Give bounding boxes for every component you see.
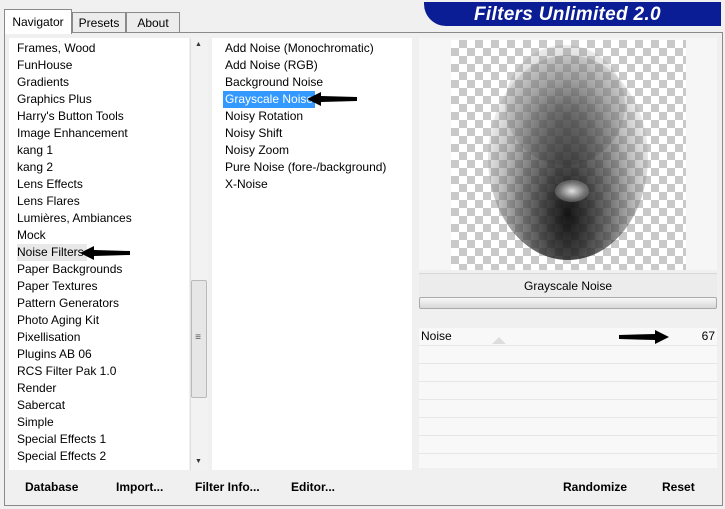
- progress-bar: [419, 297, 717, 309]
- app-title: Filters Unlimited 2.0: [474, 4, 661, 25]
- param-row: [419, 400, 717, 418]
- category-item[interactable]: Graphics Plus: [17, 91, 92, 108]
- param-name: Noise: [421, 329, 452, 343]
- category-item[interactable]: kang 2: [17, 159, 53, 176]
- tab-presets[interactable]: Presets: [72, 12, 126, 33]
- reset-button[interactable]: Reset: [662, 478, 695, 496]
- filter-item[interactable]: Add Noise (RGB): [225, 57, 318, 74]
- preview-highlight: [555, 180, 589, 202]
- param-row: [419, 346, 717, 364]
- category-item[interactable]: Lumières, Ambiances: [17, 210, 132, 227]
- preview-noise-body: [488, 55, 648, 260]
- param-row[interactable]: Noise 67: [419, 328, 717, 346]
- category-item[interactable]: Simple: [17, 414, 54, 431]
- arrow-right-icon: [619, 330, 669, 344]
- filter-item[interactable]: X-Noise: [225, 176, 268, 193]
- tab-about[interactable]: About: [126, 12, 180, 33]
- category-item[interactable]: Sabercat: [17, 397, 65, 414]
- category-item[interactable]: kang 1: [17, 142, 53, 159]
- param-row: [419, 436, 717, 454]
- slider-caret-icon[interactable]: [492, 337, 506, 344]
- category-item[interactable]: Lens Flares: [17, 193, 80, 210]
- scroll-up-icon[interactable]: ▲: [190, 38, 207, 52]
- filter-info-button[interactable]: Filter Info...: [195, 478, 260, 496]
- category-item[interactable]: Render: [17, 380, 56, 397]
- category-item[interactable]: Mock: [17, 227, 46, 244]
- database-button[interactable]: Database: [25, 478, 78, 496]
- filter-name-label: Grayscale Noise: [419, 273, 717, 298]
- category-item[interactable]: RCS Filter Pak 1.0: [17, 363, 116, 380]
- category-item[interactable]: Special Effects 2: [17, 448, 106, 465]
- randomize-button[interactable]: Randomize: [563, 478, 627, 496]
- editor-button[interactable]: Editor...: [291, 478, 335, 496]
- category-item[interactable]: Pixellisation: [17, 329, 80, 346]
- category-item[interactable]: FunHouse: [17, 57, 72, 74]
- category-item[interactable]: Paper Backgrounds: [17, 261, 122, 278]
- import-button[interactable]: Import...: [116, 478, 163, 496]
- parameter-panel: Noise 67: [419, 328, 717, 468]
- filter-item[interactable]: Background Noise: [225, 74, 323, 91]
- category-item[interactable]: Special Effects 1: [17, 431, 106, 448]
- param-row: [419, 418, 717, 436]
- param-value: 67: [701, 329, 715, 343]
- scrollbar-grip-icon: ≡: [195, 332, 201, 343]
- scroll-down-icon[interactable]: ▼: [190, 455, 207, 469]
- category-item[interactable]: Gradients: [17, 74, 69, 91]
- filter-item[interactable]: Noisy Shift: [225, 125, 282, 142]
- param-row: [419, 382, 717, 400]
- category-item[interactable]: Noise Filters: [17, 244, 87, 261]
- arrow-left-icon: [80, 246, 130, 260]
- category-item[interactable]: Pattern Generators: [17, 295, 119, 312]
- category-scrollbar[interactable]: [190, 38, 208, 470]
- category-item[interactable]: Lens Effects: [17, 176, 83, 193]
- category-item[interactable]: Plugins AB 06: [17, 346, 92, 363]
- category-item[interactable]: Paper Textures: [17, 278, 98, 295]
- param-row: [419, 364, 717, 382]
- tab-navigator[interactable]: Navigator: [4, 9, 72, 34]
- category-item[interactable]: Harry's Button Tools: [17, 108, 124, 125]
- category-item[interactable]: Photo Aging Kit: [17, 312, 99, 329]
- filter-item[interactable]: Grayscale Noise: [223, 91, 316, 108]
- category-item[interactable]: Image Enhancement: [17, 125, 128, 142]
- arrow-left-icon: [307, 92, 357, 106]
- filter-item[interactable]: Add Noise (Monochromatic): [225, 40, 374, 57]
- filter-item[interactable]: Noisy Rotation: [225, 108, 303, 125]
- filter-item[interactable]: Noisy Zoom: [225, 142, 289, 159]
- category-item[interactable]: Frames, Wood: [17, 40, 95, 57]
- filter-item[interactable]: Pure Noise (fore-/background): [225, 159, 386, 176]
